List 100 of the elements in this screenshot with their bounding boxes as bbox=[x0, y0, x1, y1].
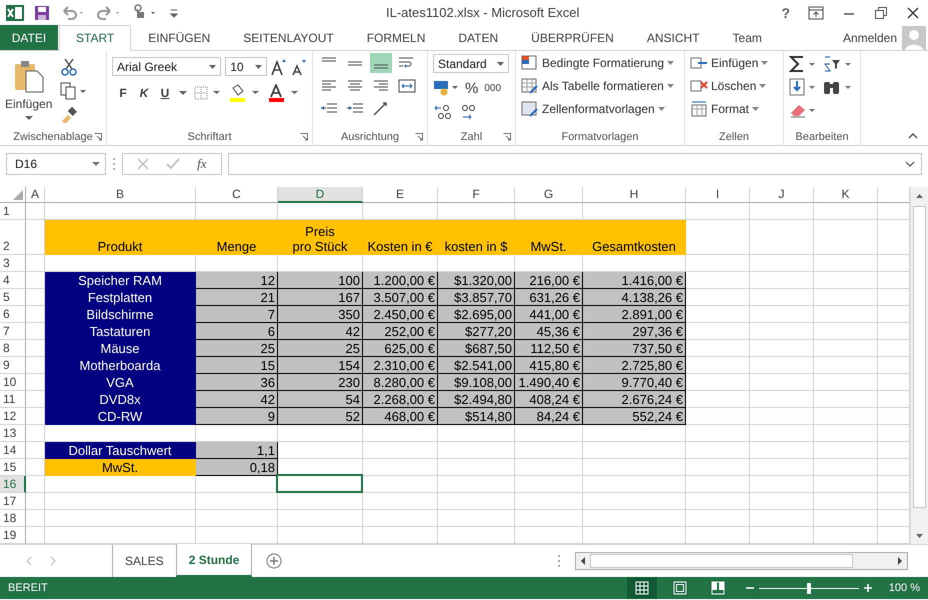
product-name-cell[interactable]: Tastaturen bbox=[45, 323, 196, 340]
restore-icon[interactable] bbox=[874, 6, 888, 20]
increase-decimal-icon[interactable] bbox=[433, 103, 453, 121]
empty-cell[interactable] bbox=[515, 459, 583, 476]
shrink-font-icon[interactable] bbox=[291, 58, 307, 76]
empty-cell[interactable] bbox=[686, 510, 750, 527]
empty-cell[interactable] bbox=[750, 272, 814, 289]
caret-icon[interactable] bbox=[179, 90, 187, 96]
empty-cell[interactable] bbox=[26, 203, 45, 220]
column-title-cell[interactable]: Preis pro Stück bbox=[278, 220, 363, 255]
number-cell[interactable]: 408,24 € bbox=[515, 391, 583, 408]
scissors-icon[interactable] bbox=[60, 57, 78, 77]
empty-cell[interactable] bbox=[583, 493, 686, 510]
column-title-cell[interactable]: MwSt. bbox=[515, 220, 583, 255]
row-header[interactable]: 13 bbox=[0, 425, 26, 442]
empty-cell[interactable] bbox=[363, 459, 438, 476]
empty-cell[interactable] bbox=[438, 510, 515, 527]
column-header[interactable]: E bbox=[363, 187, 438, 203]
empty-cell[interactable] bbox=[438, 425, 515, 442]
number-cell[interactable]: 25 bbox=[278, 340, 363, 357]
empty-cell[interactable] bbox=[515, 442, 583, 459]
empty-cell[interactable] bbox=[750, 374, 814, 391]
empty-cell[interactable] bbox=[686, 527, 750, 544]
select-all-button[interactable] bbox=[0, 187, 26, 203]
number-cell[interactable]: 2.725,80 € bbox=[583, 357, 686, 374]
italic-button[interactable]: K bbox=[137, 86, 151, 100]
column-title-cell[interactable]: Gesamtkosten bbox=[583, 220, 686, 255]
font-size-dropdown[interactable]: 10 bbox=[225, 57, 267, 76]
row-header[interactable]: 6 bbox=[0, 306, 26, 323]
empty-cell[interactable] bbox=[750, 442, 814, 459]
align-bottom-button[interactable] bbox=[370, 53, 392, 73]
number-cell[interactable]: $277,20 bbox=[438, 323, 515, 340]
empty-cell[interactable] bbox=[363, 425, 438, 442]
font-name-dropdown[interactable]: Arial Greek bbox=[112, 57, 222, 76]
empty-cell[interactable] bbox=[45, 493, 196, 510]
column-header[interactable]: H bbox=[583, 187, 686, 203]
number-cell[interactable]: 45,36 € bbox=[515, 323, 583, 340]
thousands-separator-button[interactable]: 000 bbox=[484, 82, 502, 94]
number-cell[interactable]: 154 bbox=[278, 357, 363, 374]
empty-cell[interactable] bbox=[278, 425, 363, 442]
empty-cell[interactable] bbox=[583, 442, 686, 459]
number-cell[interactable]: 2.450,00 € bbox=[363, 306, 438, 323]
vertical-scrollbar-thumb[interactable] bbox=[913, 206, 926, 508]
row-header[interactable]: 19 bbox=[0, 527, 26, 544]
sheet-tab[interactable]: SALES bbox=[113, 545, 176, 577]
empty-cell[interactable] bbox=[750, 340, 814, 357]
product-name-cell[interactable]: CD-RW bbox=[45, 408, 196, 425]
number-cell[interactable]: 8.280,00 € bbox=[363, 374, 438, 391]
styles-menu-button[interactable]: Als Tabelle formatieren bbox=[521, 76, 679, 96]
zoom-out-icon[interactable] bbox=[746, 584, 754, 592]
empty-cell[interactable] bbox=[814, 289, 878, 306]
number-cell[interactable]: 552,24 € bbox=[583, 408, 686, 425]
redo-icon[interactable] bbox=[96, 4, 122, 20]
empty-cell[interactable] bbox=[26, 493, 45, 510]
zoom-in-icon[interactable] bbox=[864, 584, 872, 592]
number-cell[interactable]: 21 bbox=[196, 289, 278, 306]
underline-button[interactable]: U bbox=[158, 86, 172, 100]
empty-cell[interactable] bbox=[363, 527, 438, 544]
row-header[interactable]: 9 bbox=[0, 357, 26, 374]
empty-cell[interactable] bbox=[814, 306, 878, 323]
empty-cell[interactable] bbox=[26, 527, 45, 544]
empty-cell[interactable] bbox=[814, 459, 878, 476]
sheet-tab[interactable]: 2 Stunde bbox=[176, 544, 252, 577]
cells-menu-button[interactable]: Format bbox=[690, 99, 778, 119]
fill-color-icon[interactable] bbox=[229, 84, 261, 102]
number-cell[interactable]: $687,50 bbox=[438, 340, 515, 357]
empty-cell[interactable] bbox=[814, 476, 878, 493]
ribbon-tab[interactable]: DATEN bbox=[442, 25, 514, 50]
empty-cell[interactable] bbox=[814, 220, 878, 255]
row-header[interactable]: 8 bbox=[0, 340, 26, 357]
number-cell[interactable]: 25 bbox=[196, 340, 278, 357]
empty-cell[interactable] bbox=[583, 476, 686, 493]
font-color-icon[interactable] bbox=[268, 84, 300, 102]
empty-cell[interactable] bbox=[750, 289, 814, 306]
number-format-dropdown[interactable]: Standard bbox=[433, 54, 509, 73]
row-header[interactable]: 14 bbox=[0, 442, 26, 459]
horizontal-scrollbar-thumb[interactable] bbox=[590, 554, 853, 568]
product-name-cell[interactable]: Motherboarda bbox=[45, 357, 196, 374]
number-cell[interactable]: 2.268,00 € bbox=[363, 391, 438, 408]
ribbon-tab[interactable]: ANSICHT bbox=[630, 25, 716, 50]
number-cell[interactable]: $2.494,80 bbox=[438, 391, 515, 408]
number-cell[interactable]: 1.416,00 € bbox=[583, 272, 686, 289]
empty-cell[interactable] bbox=[814, 493, 878, 510]
empty-cell[interactable] bbox=[750, 476, 814, 493]
empty-cell[interactable] bbox=[278, 510, 363, 527]
previous-sheet-icon[interactable] bbox=[24, 556, 34, 566]
empty-cell[interactable] bbox=[814, 255, 878, 272]
empty-cell[interactable] bbox=[26, 425, 45, 442]
empty-cell[interactable] bbox=[750, 527, 814, 544]
product-name-cell[interactable]: Speicher RAM bbox=[45, 272, 196, 289]
number-cell[interactable]: 631,26 € bbox=[515, 289, 583, 306]
cancel-icon[interactable] bbox=[137, 158, 150, 170]
dialog-launcher-icon[interactable] bbox=[94, 133, 102, 141]
number-cell[interactable]: 415,80 € bbox=[515, 357, 583, 374]
ribbon-tab[interactable]: ÜBERPRÜFEN bbox=[515, 25, 630, 50]
empty-cell[interactable] bbox=[278, 493, 363, 510]
number-cell[interactable]: 468,00 € bbox=[363, 408, 438, 425]
empty-cell[interactable] bbox=[438, 527, 515, 544]
column-title-cell[interactable]: kosten in $ bbox=[438, 220, 515, 255]
empty-cell[interactable] bbox=[814, 374, 878, 391]
